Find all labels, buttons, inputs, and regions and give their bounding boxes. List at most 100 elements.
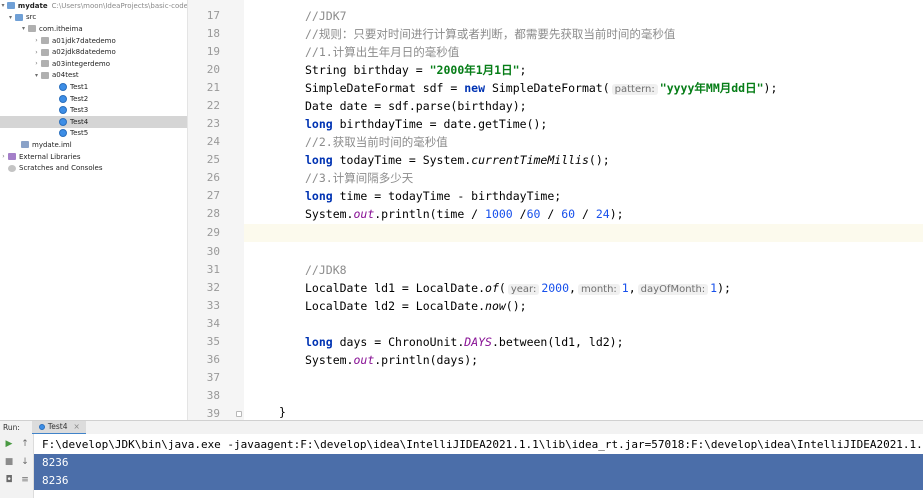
code-line-24: //2.获取当前时间的毫秒值 <box>305 135 448 149</box>
tree-label: Test3 <box>70 106 89 115</box>
tree-item-test4[interactable]: Test4 <box>0 116 187 128</box>
code-line-25: long todayTime = System.currentTimeMilli… <box>305 151 610 169</box>
code-token: / <box>575 207 596 221</box>
tree-item-a03integerdemo[interactable]: › a03integerdemo <box>0 58 187 70</box>
line-number: 18 <box>206 27 220 40</box>
fold-marker-icon[interactable] <box>236 411 242 417</box>
rerun-icon[interactable]: ▶ <box>3 438 15 450</box>
expand-arrow-icon[interactable]: ▾ <box>7 14 14 21</box>
line-number: 30 <box>206 245 220 258</box>
code-line-33: LocalDate ld2 = LocalDate.now(); <box>305 297 527 315</box>
keyword: long <box>305 189 333 203</box>
line-number: 37 <box>206 371 220 384</box>
scroll-down-icon[interactable]: ↓ <box>19 456 31 468</box>
tree-label: a03integerdemo <box>52 59 110 68</box>
tree-item-com-itheima[interactable]: ▾ com.itheima <box>0 23 187 35</box>
expand-arrow-icon[interactable]: › <box>33 49 40 56</box>
run-tool-window-header: Run: Test4 × <box>0 420 923 435</box>
soft-wrap-icon[interactable]: ≡ <box>19 474 31 486</box>
line-number: 34 <box>206 317 220 330</box>
java-class-icon <box>59 106 67 115</box>
code-token: LocalDate ld1 = LocalDate. <box>305 281 486 295</box>
code-token: birthdayTime = date.getTime(); <box>332 117 548 131</box>
run-label: Run: <box>3 423 20 432</box>
expand-arrow-icon[interactable]: ▾ <box>20 25 27 32</box>
stop-icon[interactable]: ■ <box>3 456 15 468</box>
code-line-18: //规则：只要对时间进行计算或者判断，都需要先获取当前时间的毫秒值 <box>305 27 676 41</box>
keyword: long <box>305 335 333 349</box>
tree-item-scratches[interactable]: Scratches and Consoles <box>0 162 187 174</box>
line-number: 29 <box>206 226 220 239</box>
tree-label: Test2 <box>70 94 89 103</box>
tree-label: Scratches and Consoles <box>19 164 103 173</box>
parameter-hint: year: <box>507 284 540 295</box>
code-editor[interactable]: //JDK7 //规则：只要对时间进行计算或者判断，都需要先获取当前时间的毫秒值… <box>244 0 923 420</box>
tree-item-test3[interactable]: Test3 <box>0 104 187 116</box>
package-icon <box>41 48 49 56</box>
module-path: C:\Users\moon\IdeaProjects\basic-code <box>51 1 188 10</box>
expand-arrow-icon[interactable]: › <box>33 60 40 67</box>
tree-item-a01jdk7datedemo[interactable]: › a01jdk7datedemo <box>0 35 187 47</box>
string-literal: "2000年1月1日" <box>429 63 520 77</box>
tree-label: com.itheima <box>39 24 83 33</box>
tree-label: src <box>26 13 37 22</box>
tree-item-src[interactable]: ▾ src <box>0 12 187 24</box>
console-output-line: 8236 <box>34 454 923 472</box>
code-line-26: //3.计算间隔多少天 <box>305 171 414 185</box>
code-token: / <box>540 207 562 221</box>
line-number: 17 <box>206 9 220 22</box>
keyword: long <box>305 117 333 131</box>
keyword: new <box>464 81 486 95</box>
expand-arrow-icon[interactable]: ▾ <box>0 2 6 9</box>
code-line-27: long time = todayTime - birthdayTime; <box>305 187 561 205</box>
tree-item-test2[interactable]: Test2 <box>0 93 187 105</box>
static-method: currentTimeMillis <box>471 153 589 167</box>
number-literal: 2000 <box>541 281 570 295</box>
expand-arrow-icon[interactable]: › <box>0 153 7 160</box>
library-icon <box>8 153 16 161</box>
number-literal: 24 <box>595 207 610 221</box>
code-line-39: } <box>279 405 286 419</box>
console-output-line: 8236 <box>34 472 923 490</box>
expand-arrow-icon[interactable]: ▾ <box>33 72 40 79</box>
package-icon <box>28 25 36 33</box>
tree-label: a04test <box>52 71 79 80</box>
editor-gutter: 17 18 19 20 21 22 23 24 25 26 27 28 29 3… <box>188 0 244 420</box>
code-line-21: SimpleDateFormat sdf = new SimpleDateFor… <box>305 79 777 97</box>
tree-item-a04test[interactable]: ▾ a04test <box>0 70 187 82</box>
package-icon <box>41 37 49 45</box>
tree-item-a02jdk8datedemo[interactable]: › a02jdk8datedemo <box>0 46 187 58</box>
run-tab-label: Test4 <box>47 422 68 431</box>
package-icon <box>41 71 49 79</box>
code-token: LocalDate ld2 = LocalDate. <box>305 299 486 313</box>
line-number: 27 <box>206 189 220 202</box>
line-number: 36 <box>206 353 220 366</box>
java-class-icon <box>38 423 45 430</box>
number-literal: 60 <box>526 207 541 221</box>
code-token: / <box>512 207 527 221</box>
tree-item-mydate-iml[interactable]: mydate.iml <box>0 139 187 151</box>
console-command-line: F:\develop\JDK\bin\java.exe -javaagent:F… <box>42 438 923 451</box>
current-line-highlight <box>244 224 923 242</box>
line-number: 26 <box>206 171 220 184</box>
console-output[interactable]: F:\develop\JDK\bin\java.exe -javaagent:F… <box>34 434 923 498</box>
camera-icon[interactable]: ◘ <box>3 474 15 486</box>
close-icon[interactable]: × <box>73 422 79 431</box>
code-token: ); <box>763 81 778 95</box>
parameter-hint: month: <box>577 284 620 295</box>
iml-file-icon <box>21 141 29 149</box>
static-method: now <box>485 299 506 313</box>
scroll-up-icon[interactable]: ↑ <box>19 438 31 450</box>
expand-arrow-icon[interactable]: › <box>33 37 40 44</box>
code-token: .println(days); <box>374 353 479 367</box>
tree-item-test5[interactable]: Test5 <box>0 128 187 140</box>
tree-item-external-libraries[interactable]: › External Libraries <box>0 151 187 163</box>
code-line-22: Date date = sdf.parse(birthday); <box>305 99 527 113</box>
code-line-32: LocalDate ld1 = LocalDate.of(year: 2000, m… <box>305 279 731 297</box>
tree-item-mydate[interactable]: ▾ mydate C:\Users\moon\IdeaProjects\basi… <box>0 0 188 12</box>
code-token: todayTime = System. <box>332 153 472 167</box>
tree-item-test1[interactable]: Test1 <box>0 81 187 93</box>
code-token: .between(ld1, ld2); <box>491 335 624 349</box>
run-tab-test4[interactable]: Test4 × <box>31 420 86 435</box>
code-line-20: String birthday = "2000年1月1日"; <box>305 61 526 79</box>
